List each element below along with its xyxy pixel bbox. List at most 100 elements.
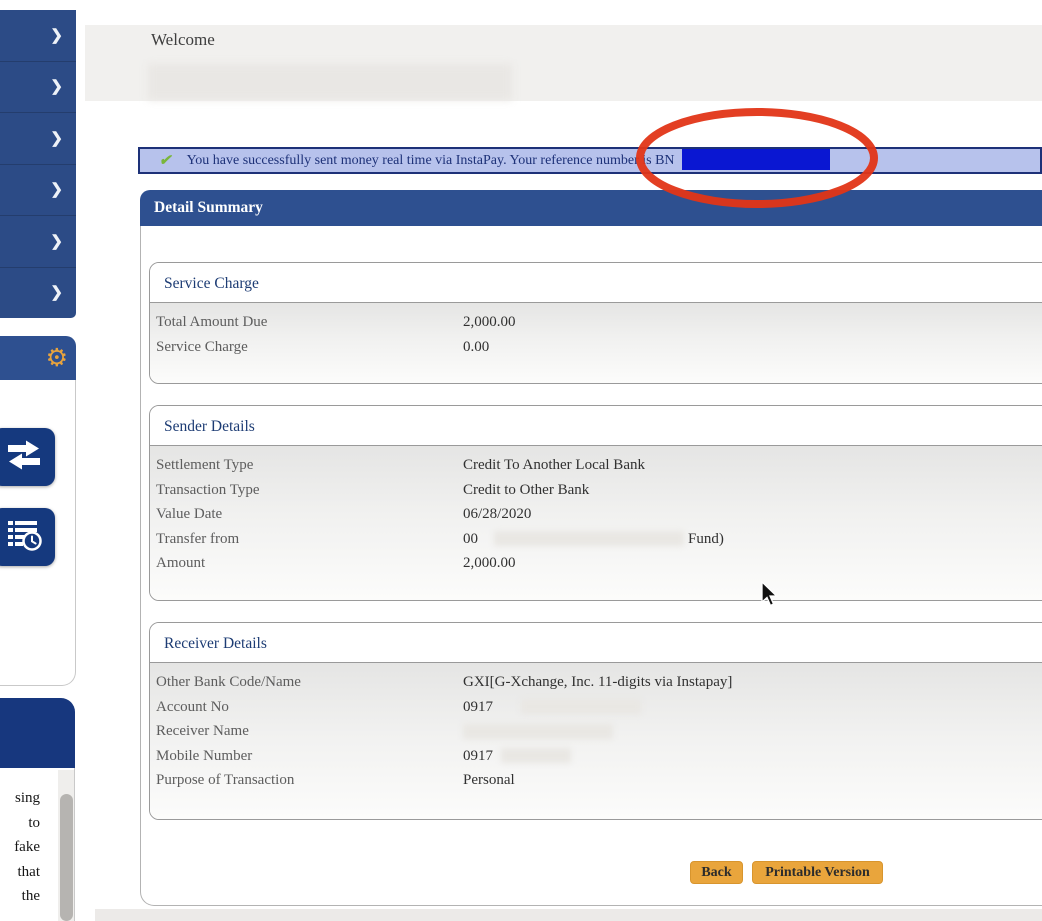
notice-text-line: sing [0, 786, 40, 811]
row-label: Transaction Type [150, 478, 463, 503]
transfer-arrows-icon [5, 440, 43, 475]
row-label: Amount [150, 551, 463, 576]
chevron-right-icon: ❯ [50, 283, 63, 302]
sidebar-nav-item-3[interactable]: ❯ [0, 112, 76, 164]
section-sender-details: Sender Details Settlement TypeCredit To A… [149, 405, 1042, 601]
row-value: 0917 [463, 744, 571, 769]
detail-row: Amount2,000.00 [150, 551, 1042, 576]
row-value: Credit To Another Local Bank [463, 453, 645, 478]
row-label: Account No [150, 695, 463, 720]
success-message: You have successfully sent money real ti… [187, 153, 675, 169]
transfer-funds-tile[interactable] [0, 428, 55, 486]
row-value-text: GXI[G-Xchange, Inc. 11-digits via Instap… [463, 670, 732, 695]
chevron-right-icon: ❯ [50, 77, 63, 96]
notice-text-line: fake [0, 835, 40, 860]
transaction-history-icon [6, 519, 42, 556]
detail-row: Value Date06/28/2020 [150, 502, 1042, 527]
chevron-right-icon: ❯ [50, 232, 63, 251]
row-label: Receiver Name [150, 719, 463, 744]
welcome-label: Welcome [151, 30, 215, 50]
section-rows: Total Amount Due2,000.00Service Charge0.… [150, 303, 1042, 383]
section-receiver-details: Receiver Details Other Bank Code/NameGXI[… [149, 622, 1042, 820]
sidebar-nav-item-2[interactable]: ❯ [0, 61, 76, 113]
check-icon: ✔ [158, 151, 175, 170]
row-value: Credit to Other Bank [463, 478, 589, 503]
chevron-right-icon: ❯ [50, 26, 63, 45]
row-value-text: 2,000.00 [463, 310, 516, 335]
row-label: Total Amount Due [150, 310, 463, 335]
row-value: 2,000.00 [463, 551, 516, 576]
sidebar-nav-item-4[interactable]: ❯ [0, 164, 76, 216]
sidebar-nav-item-5[interactable]: ❯ [0, 215, 76, 267]
detail-row: Service Charge0.00 [150, 335, 1042, 360]
section-rows: Settlement TypeCredit To Another Local B… [150, 446, 1042, 600]
row-value-suffix: Fund) [688, 527, 724, 552]
redacted-value [494, 531, 684, 546]
detail-summary-header: Detail Summary [140, 190, 1042, 226]
row-label: Other Bank Code/Name [150, 670, 463, 695]
row-value-text: 0917 [463, 695, 493, 720]
redacted-value [501, 748, 571, 763]
row-value [463, 719, 613, 744]
row-value-text: Credit To Another Local Bank [463, 453, 645, 478]
sidebar-settings-bar: ⚙ [0, 336, 76, 380]
row-value-text: 06/28/2020 [463, 502, 531, 527]
section-title: Service Charge [150, 263, 1042, 303]
redacted-reference-number [682, 149, 830, 170]
scrollbar-track[interactable] [58, 770, 74, 921]
row-value: 06/28/2020 [463, 502, 531, 527]
detail-row: Receiver Name [150, 719, 1042, 744]
notice-text-line: the [0, 884, 40, 909]
welcome-band: Welcome [85, 25, 1042, 101]
printable-version-button[interactable]: Printable Version [752, 861, 883, 884]
back-button[interactable]: Back [690, 861, 743, 884]
redacted-value [521, 699, 641, 714]
section-title: Receiver Details [150, 623, 1042, 663]
detail-row: Mobile Number0917 [150, 744, 1042, 769]
row-value: GXI[G-Xchange, Inc. 11-digits via Instap… [463, 670, 732, 695]
row-value: 00 Fund) [463, 527, 724, 552]
row-value-text: 0917 [463, 744, 493, 769]
notice-text: singtofakethatthe [0, 786, 40, 909]
scrollbar-thumb[interactable] [60, 794, 73, 921]
sidebar-nav-panel: ❯ ❯ ❯ ❯ ❯ ❯ [0, 10, 76, 318]
section-title: Sender Details [150, 406, 1042, 446]
gear-icon[interactable]: ⚙ [46, 346, 68, 371]
row-value: Personal [463, 768, 515, 793]
row-label: Purpose of Transaction [150, 768, 463, 793]
row-label: Mobile Number [150, 744, 463, 769]
notice-text-line: that [0, 860, 40, 885]
notice-text-line: to [0, 811, 40, 836]
row-value: 2,000.00 [463, 310, 516, 335]
detail-row: Purpose of TransactionPersonal [150, 768, 1042, 793]
detail-row: Other Bank Code/NameGXI[G-Xchange, Inc. … [150, 670, 1042, 695]
row-label: Transfer from [150, 527, 463, 552]
sidebar-nav-item-6[interactable]: ❯ [0, 267, 76, 319]
section-rows: Other Bank Code/NameGXI[G-Xchange, Inc. … [150, 663, 1042, 819]
sidebar-notice-body: singtofakethatthe [0, 768, 75, 921]
row-value-text: 00 [463, 527, 478, 552]
bottom-strip [95, 909, 1042, 921]
transaction-history-tile[interactable] [0, 508, 55, 566]
row-label: Value Date [150, 502, 463, 527]
sidebar-notice-header [0, 698, 75, 768]
redacted-value [463, 724, 613, 739]
detail-row: Account No0917 [150, 695, 1042, 720]
detail-row: Total Amount Due2,000.00 [150, 310, 1042, 335]
detail-row: Settlement TypeCredit To Another Local B… [150, 453, 1042, 478]
detail-row: Transaction TypeCredit to Other Bank [150, 478, 1042, 503]
row-value-text: Personal [463, 768, 515, 793]
row-value-text: 0.00 [463, 335, 489, 360]
banking-page: ❯ ❯ ❯ ❯ ❯ ❯ ⚙ [0, 0, 1042, 921]
row-value: 0917 [463, 695, 641, 720]
sidebar-tool-panel [0, 380, 76, 686]
chevron-right-icon: ❯ [50, 180, 63, 199]
success-alert: ✔ You have successfully sent money real … [138, 147, 1042, 174]
row-value: 0.00 [463, 335, 489, 360]
row-value-text: 2,000.00 [463, 551, 516, 576]
row-value-text: Credit to Other Bank [463, 478, 589, 503]
sidebar-nav-item-1[interactable]: ❯ [0, 10, 76, 61]
chevron-right-icon: ❯ [50, 129, 63, 148]
detail-summary-container: Service ChargeTotal Amount Due2,000.00Se… [140, 226, 1042, 906]
detail-row: Transfer from00 Fund) [150, 527, 1042, 552]
